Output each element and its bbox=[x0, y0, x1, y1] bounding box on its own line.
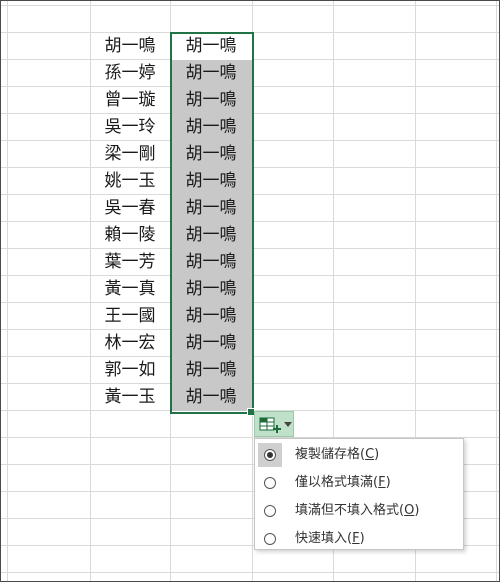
cell-column-b[interactable]: 胡一鳴 bbox=[170, 222, 252, 249]
active-cell[interactable]: 胡一鳴 bbox=[170, 33, 252, 60]
cell-column-a[interactable]: 葉一芳 bbox=[90, 249, 170, 276]
cell-column-a[interactable]: 姚一玉 bbox=[90, 168, 170, 195]
autofill-options-button[interactable] bbox=[254, 411, 294, 437]
menu-item-fill-formatting-only[interactable]: 僅以格式填滿(F) bbox=[255, 469, 463, 497]
cell-column-b[interactable]: 胡一鳴 bbox=[170, 330, 252, 357]
cell-column-b[interactable]: 胡一鳴 bbox=[170, 384, 252, 411]
cell-column-b[interactable]: 胡一鳴 bbox=[170, 114, 252, 141]
cell-column-a[interactable]: 胡一鳴 bbox=[90, 33, 170, 60]
column-gridline bbox=[496, 1, 497, 581]
cell-column-b[interactable]: 胡一鳴 bbox=[170, 249, 252, 276]
radio-empty-icon bbox=[264, 533, 276, 545]
menu-item-copy-cells[interactable]: 複製儲存格(C) bbox=[255, 441, 463, 469]
cell-column-a[interactable]: 黃一真 bbox=[90, 276, 170, 303]
cell-column-a[interactable]: 王一國 bbox=[90, 303, 170, 330]
cell-column-b[interactable]: 胡一鳴 bbox=[170, 303, 252, 330]
cell-column-b[interactable]: 胡一鳴 bbox=[170, 60, 252, 87]
cell-column-b[interactable]: 胡一鳴 bbox=[170, 141, 252, 168]
menu-item-label: 僅以格式填滿(F) bbox=[295, 475, 391, 490]
menu-item-label: 快速填入(F) bbox=[295, 531, 365, 546]
radio-selected-icon bbox=[264, 449, 276, 461]
cell-column-b[interactable]: 胡一鳴 bbox=[170, 87, 252, 114]
cell-column-a[interactable]: 吳一玲 bbox=[90, 114, 170, 141]
radio-option[interactable] bbox=[258, 471, 282, 495]
menu-item-label: 複製儲存格(C) bbox=[295, 447, 380, 462]
row-gridline bbox=[1, 572, 499, 573]
autofill-options-icon bbox=[259, 417, 281, 433]
cell-column-a[interactable]: 曾一璇 bbox=[90, 87, 170, 114]
radio-empty-icon bbox=[264, 477, 276, 489]
cell-column-a[interactable]: 梁一剛 bbox=[90, 141, 170, 168]
cell-column-a[interactable]: 賴一陵 bbox=[90, 222, 170, 249]
cell-column-a[interactable]: 林一宏 bbox=[90, 330, 170, 357]
spreadsheet-grid[interactable]: 胡一鳴 胡一鳴 孫一婷 胡一鳴 曾一璇 胡一鳴 吳一玲 胡一鳴 梁一剛 胡一鳴 姚一玉 胡一鳴 吳一春胡… bbox=[0, 0, 500, 582]
cell-column-b[interactable]: 胡一鳴 bbox=[170, 168, 252, 195]
menu-item-fill-without-formatting[interactable]: 填滿但不填入格式(O) bbox=[255, 497, 463, 525]
column-gridline bbox=[252, 1, 253, 581]
cell-column-b[interactable]: 胡一鳴 bbox=[170, 276, 252, 303]
cell-column-a[interactable]: 孫一婷 bbox=[90, 60, 170, 87]
cell-column-a[interactable]: 郭一如 bbox=[90, 357, 170, 384]
chevron-down-icon bbox=[284, 422, 292, 427]
radio-option[interactable] bbox=[258, 443, 282, 467]
radio-option[interactable] bbox=[258, 527, 282, 551]
menu-item-flash-fill[interactable]: 快速填入(F) bbox=[255, 525, 463, 553]
radio-empty-icon bbox=[264, 505, 276, 517]
row-gridline bbox=[1, 5, 499, 6]
autofill-options-menu: 複製儲存格(C) 僅以格式填滿(F) 填滿但不填入格式(O) 快速填入(F) bbox=[254, 438, 464, 550]
cell-column-b[interactable]: 胡一鳴 bbox=[170, 195, 252, 222]
cell-column-b[interactable]: 胡一鳴 bbox=[170, 357, 252, 384]
cell-column-a[interactable]: 吳一春 bbox=[90, 195, 170, 222]
menu-item-label: 填滿但不填入格式(O) bbox=[295, 503, 420, 518]
radio-option[interactable] bbox=[258, 499, 282, 523]
column-gridline bbox=[7, 1, 8, 581]
cell-column-a[interactable]: 黃一玉 bbox=[90, 384, 170, 411]
